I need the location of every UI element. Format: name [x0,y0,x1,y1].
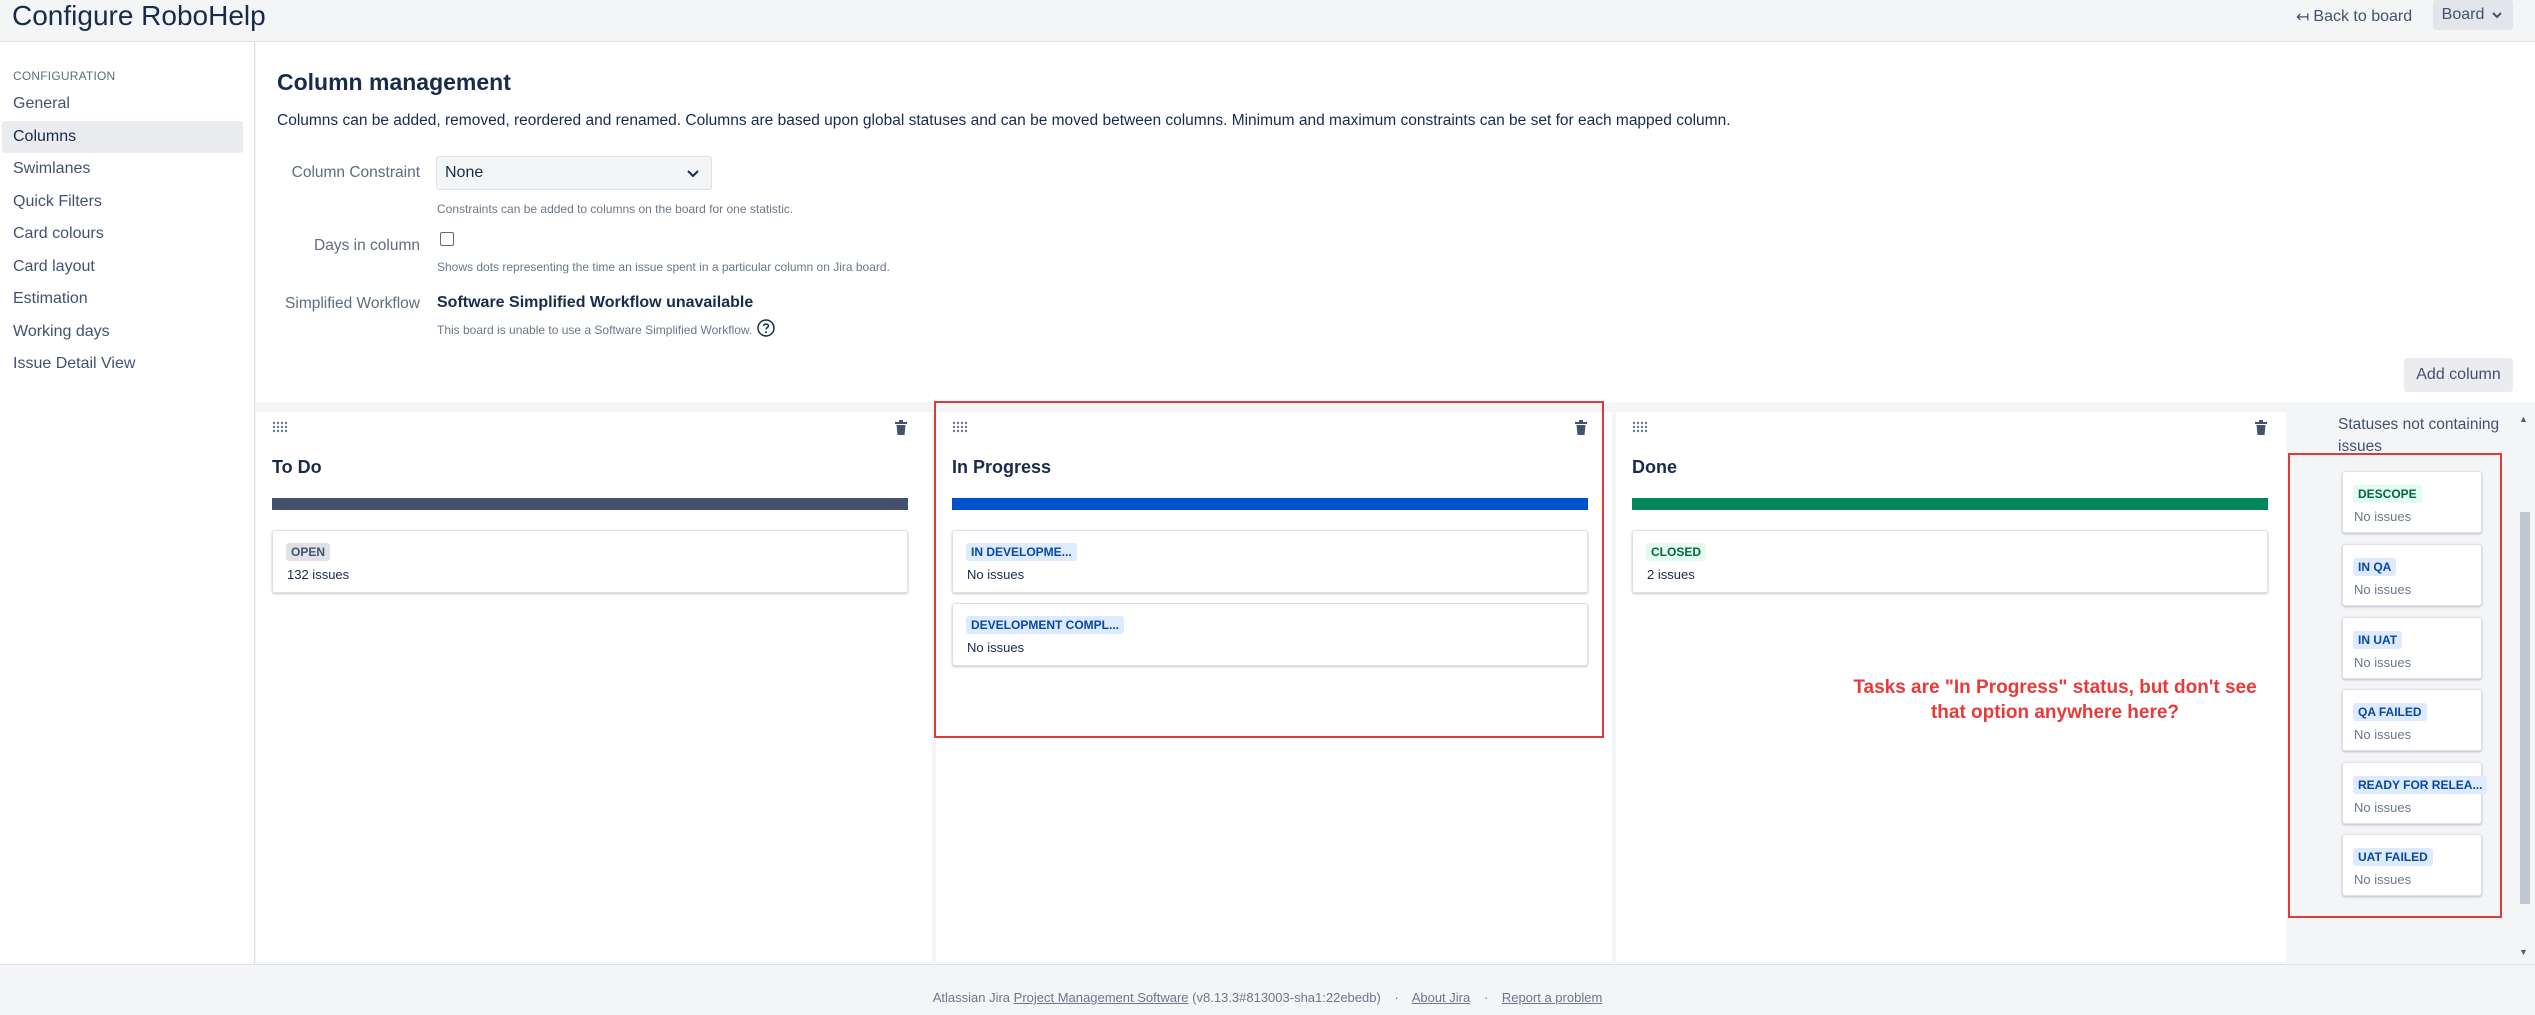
scrollbar-thumb[interactable] [2520,512,2530,904]
column-title[interactable]: To Do [272,457,322,478]
issue-count: No issues [2354,509,2412,524]
simplified-workflow-label: Simplified Workflow [285,295,420,312]
page-title: Configure RoboHelp [12,0,266,31]
add-column-button[interactable]: Add column [2404,358,2513,392]
status-lozenge: DEVELOPMENT COMPL... [966,616,1125,634]
issue-count: No issues [2354,655,2412,670]
question-circle-icon[interactable] [756,318,776,338]
status-card-in-qa[interactable]: IN QA No issues [2342,544,2482,606]
status-lozenge: READY FOR RELEA... [2353,776,2488,794]
status-card-ready-for-release[interactable]: READY FOR RELEA... No issues [2342,762,2488,824]
column-constraint-value: None [445,164,484,181]
board-menu-button[interactable]: Board [2433,0,2513,30]
sidebar-item-quick-filters[interactable]: Quick Filters [2,186,243,219]
sidebar-item-issue-detail-view[interactable]: Issue Detail View [2,348,243,381]
sidebar-item-columns[interactable]: Columns [2,120,243,153]
drag-handle-icon[interactable] [1632,421,1650,433]
project-management-link[interactable]: Project Management Software [1014,990,1189,1005]
status-card-closed[interactable]: CLOSED 2 issues [1632,530,2268,593]
footer-separator: · [1394,990,1399,1005]
report-problem-link[interactable]: Report a problem [1502,990,1602,1005]
arrow-left-icon: ↤ [2296,9,2310,26]
status-lozenge: IN QA [2353,558,2397,576]
annotation-text: Tasks are "In Progress" status, but don'… [1830,675,2280,725]
status-lozenge: UAT FAILED [2353,848,2433,866]
column-status-bar [952,498,1588,510]
scroll-up-arrow-icon[interactable]: ▲ [2519,414,2528,424]
sidebar-item-working-days[interactable]: Working days [2,316,243,349]
column-management-panel: Column management Columns can be added, … [256,42,2535,402]
status-card-in-development[interactable]: IN DEVELOPME... No issues [952,530,1588,593]
back-to-board-label: Back to board [2313,8,2413,25]
issue-count: 132 issues [287,567,350,582]
column-status-bar [272,498,908,510]
annotation-line: Tasks are "In Progress" status, but don'… [1853,677,2257,698]
sidebar-item-swimlanes[interactable]: Swimlanes [2,153,243,186]
drag-handle-icon[interactable] [272,421,290,433]
simplified-workflow-help: This board is unable to use a Software S… [437,323,753,337]
sidebar-item-general[interactable]: General [2,88,243,121]
page-footer: Atlassian Jira Project Management Softwa… [0,964,2535,1015]
status-card-descope[interactable]: DESCOPE No issues [2342,471,2482,533]
footer-prefix: Atlassian Jira [932,990,1011,1005]
status-lozenge: OPEN [286,543,331,561]
sidebar-heading: CONFIGURATION [13,69,116,83]
about-jira-link[interactable]: About Jira [1412,990,1471,1005]
issue-count: No issues [2354,800,2412,815]
days-in-column-label: Days in column [314,237,420,254]
board-column-in-progress[interactable]: In Progress IN DEVELOPME... No issues DE… [936,412,1612,962]
config-sidebar: CONFIGURATION General Columns Swimlanes … [0,42,255,964]
column-constraint-label: Column Constraint [291,164,420,181]
status-lozenge: CLOSED [1646,543,1707,561]
config-nav: General Columns Swimlanes Quick Filters … [2,88,243,381]
issue-count: No issues [967,640,1025,655]
status-card-open[interactable]: OPEN 132 issues [272,530,908,593]
issue-count: No issues [2354,582,2412,597]
issue-count: 2 issues [1647,567,1695,582]
page-header: Configure RoboHelp ↤ Back to board Board [0,0,2535,42]
sidebar-item-estimation[interactable]: Estimation [2,283,243,316]
chevron-down-icon [687,170,699,178]
issue-count: No issues [967,567,1025,582]
section-description: Columns can be added, removed, reordered… [277,112,1731,129]
annotation-line: that option anywhere here? [1930,702,2180,723]
column-constraint-help: Constraints can be added to columns on t… [437,202,794,216]
back-to-board-link[interactable]: ↤ Back to board [2296,4,2412,30]
board-column-todo[interactable]: To Do OPEN 132 issues [256,412,932,962]
column-title[interactable]: In Progress [952,457,1051,478]
footer-separator: · [1483,990,1489,1005]
column-title[interactable]: Done [1632,457,1677,478]
column-constraint-select[interactable]: None [436,156,712,190]
trash-icon[interactable] [2254,420,2268,436]
status-lozenge: IN UAT [2353,631,2403,649]
section-title: Column management [277,69,511,95]
unmapped-statuses-title: Statuses not containing issues [2338,416,2500,455]
status-card-in-uat[interactable]: IN UAT No issues [2342,617,2482,679]
status-card-development-complete[interactable]: DEVELOPMENT COMPL... No issues [952,603,1588,666]
sidebar-item-card-colours[interactable]: Card colours [2,218,243,251]
unmapped-statuses-panel: Statuses not containing issues ▲ ▼ DESCO… [2286,402,2535,964]
footer-version: (v8.13.3#813003-sha1:22ebedb) [1192,990,1381,1005]
days-in-column-checkbox[interactable] [440,232,454,246]
issue-count: No issues [2354,872,2412,887]
status-card-uat-failed[interactable]: UAT FAILED No issues [2342,834,2482,896]
issue-count: No issues [2354,727,2412,742]
footer-text: Atlassian Jira Project Management Softwa… [0,990,2535,1005]
board-menu-label: Board [2441,6,2485,23]
scroll-down-arrow-icon[interactable]: ▼ [2519,947,2528,957]
status-lozenge: QA FAILED [2353,703,2427,721]
status-lozenge: IN DEVELOPME... [966,543,1077,561]
status-card-qa-failed[interactable]: QA FAILED No issues [2342,689,2482,751]
status-lozenge: DESCOPE [2353,485,2422,503]
sidebar-item-card-layout[interactable]: Card layout [2,251,243,284]
column-status-bar [1632,498,2268,510]
drag-handle-icon[interactable] [952,421,970,433]
days-in-column-help: Shows dots representing the time an issu… [437,260,890,274]
chevron-down-icon [2492,12,2503,19]
trash-icon[interactable] [894,420,908,436]
simplified-workflow-value: Software Simplified Workflow unavailable [437,294,754,311]
trash-icon[interactable] [1574,420,1588,436]
